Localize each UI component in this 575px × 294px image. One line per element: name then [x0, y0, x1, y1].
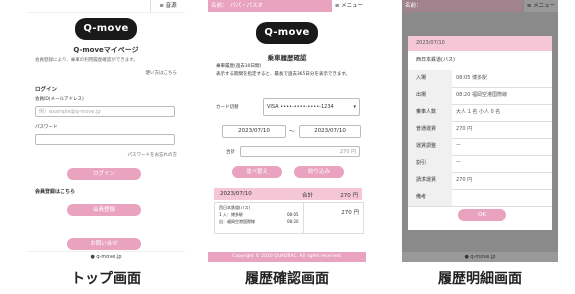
history-desc-2: 表示する期間を指定すると、最長で過去365日分を表示できます。: [216, 72, 350, 77]
password-label: パスワード: [35, 125, 58, 130]
list-date: 2023/07/10: [220, 191, 252, 197]
detail-row: 運賃調整ー: [408, 138, 552, 156]
sort-button[interactable]: 並べ替え: [232, 166, 282, 178]
detail-date-bar: 2023/07/10: [408, 36, 552, 51]
detail-row-label: 請求運賃: [408, 172, 452, 189]
item-entry: 1 入：博多駅: [219, 212, 243, 217]
detail-row-label: 割引: [408, 155, 452, 172]
detail-row-value: 08:20 福岡空港国際線: [456, 92, 507, 98]
detail-row: 出場 08:20 福岡空港国際線: [408, 87, 552, 105]
name-label: 名前：: [211, 3, 228, 9]
menu-button[interactable]: ≡ メニュー: [331, 0, 366, 12]
divider: [303, 203, 304, 233]
detail-row-label: 普通運賃: [408, 121, 452, 138]
item-amount: 270 円: [341, 210, 359, 216]
chevron-down-icon: ▾: [353, 104, 356, 110]
item-operator: 西日本鉄道(バス): [219, 205, 251, 210]
total-label: 合計: [226, 150, 235, 155]
caption-detail: 履歴明細画面: [438, 271, 522, 287]
footer-text: q-move.jp: [470, 254, 496, 260]
detail-row-value: 08:05 博多駅: [456, 75, 487, 81]
card-value: VISA ••••-••••-••••-1234: [267, 104, 334, 110]
ok-button[interactable]: OK: [458, 209, 506, 221]
page-title: Q-moveマイページ: [73, 46, 139, 54]
card-switch-label: カード切替: [216, 105, 239, 110]
detail-row: 割引ー: [408, 155, 552, 173]
top-screen: ≡ 音源 Q-move Q-moveマイページ 会員登録により、乗車の利用履歴確…: [27, 0, 185, 262]
detail-row: 請求運賃 270 円: [408, 172, 552, 190]
name-value: パパ・パスオ: [230, 3, 264, 9]
detail-row-value: ー: [456, 143, 462, 149]
detail-row-value: 大人 1 名 小人 0 名: [456, 109, 501, 115]
detail-row-label: 出場: [408, 87, 452, 104]
id-label: 会員ID(メールアドレス): [35, 97, 84, 102]
history-desc-1: 乗車履歴(過去30日間): [216, 64, 262, 69]
detail-screen: 名前： ≡ メニュー 2023/07/10 西日本鉄道(バス) 入場 08:05 …: [402, 0, 558, 262]
item-entry-time: 08:05: [287, 212, 299, 217]
detail-row: 乗車人数 大人 1 名 小人 0 名: [408, 104, 552, 122]
detail-row: 普通運賃 270 円: [408, 121, 552, 139]
howto-link[interactable]: 使い方はこちら: [146, 70, 178, 76]
detail-date: 2023/07/10: [416, 40, 445, 46]
card-select[interactable]: VISA ••••-••••-••••-1234 ▾: [263, 98, 360, 116]
date-to-field[interactable]: 2023/07/10: [299, 125, 361, 138]
register-button[interactable]: 会員登録: [67, 204, 141, 216]
footer: ● q-move.jp: [27, 251, 185, 262]
footer-text: q-move.jp: [96, 254, 122, 260]
q-move-logo: Q-move: [256, 22, 318, 44]
detail-modal: 2023/07/10 西日本鉄道(バス) 入場 08:05 博多駅 出場 08:20 …: [408, 36, 552, 230]
list-total-label: 合計: [302, 193, 314, 199]
detail-row-value: 270 円: [456, 126, 473, 132]
login-button[interactable]: ログイン: [67, 168, 141, 180]
forgot-password-link[interactable]: パスワードをお忘れの方: [128, 152, 178, 158]
history-list-item[interactable]: 西日本鉄道(バス) 1 入：博多駅 08:05 出：福岡空港国際線 08:20 …: [214, 202, 364, 234]
caption-history: 履歴確認画面: [245, 271, 329, 287]
menu-button[interactable]: ≡ メニュー: [523, 0, 558, 12]
email-field[interactable]: 例）example@q-move.jp: [35, 106, 175, 117]
date-separator: 〜: [289, 129, 295, 135]
detail-operator: 西日本鉄道(バス): [416, 57, 455, 63]
detail-row: 備考: [408, 189, 552, 207]
detail-row-label: 入場: [408, 70, 452, 87]
item-exit-time: 08:20: [287, 219, 299, 224]
copyright: Copyright © 2020 QUADRAC. All rights res…: [208, 252, 366, 262]
menu-button[interactable]: ≡ 音源: [150, 0, 185, 12]
name-label: 名前：: [405, 3, 422, 9]
detail-row-label: 乗車人数: [408, 104, 452, 121]
contact-button[interactable]: お問い合せ: [67, 238, 141, 250]
password-field[interactable]: [35, 134, 175, 145]
detail-row-value: 270 円: [456, 177, 473, 183]
date-from-field[interactable]: 2023/07/10: [222, 125, 286, 138]
list-total-value: 270 円: [340, 193, 358, 199]
detail-row-label: 備考: [408, 189, 452, 206]
history-screen: 名前： パパ・パスオ ≡ メニュー Q-move 乗車履歴確認 乗車履歴(過去3…: [208, 0, 366, 262]
detail-row-value: ー: [456, 160, 462, 166]
login-heading: ログイン: [35, 87, 58, 93]
footer: ● q-move.jp: [402, 252, 558, 262]
list-header: 2023/07/10 合計 270 円: [214, 188, 362, 200]
register-heading: 会員登録はこちら: [35, 189, 76, 195]
intro-text: 会員登録により、乗車の利用履歴確認ができます。: [35, 58, 138, 63]
q-move-logo: Q-move: [75, 18, 137, 40]
detail-row: 入場 08:05 博多駅: [408, 70, 552, 88]
detail-row-label: 運賃調整: [408, 138, 452, 155]
item-exit: 出：福岡空港国際線: [219, 219, 255, 224]
page-title: 乗車履歴確認: [267, 54, 307, 62]
caption-top: トップ画面: [71, 271, 141, 287]
total-field: 270 円: [240, 146, 360, 157]
filter-button[interactable]: 絞り込み: [294, 166, 344, 178]
